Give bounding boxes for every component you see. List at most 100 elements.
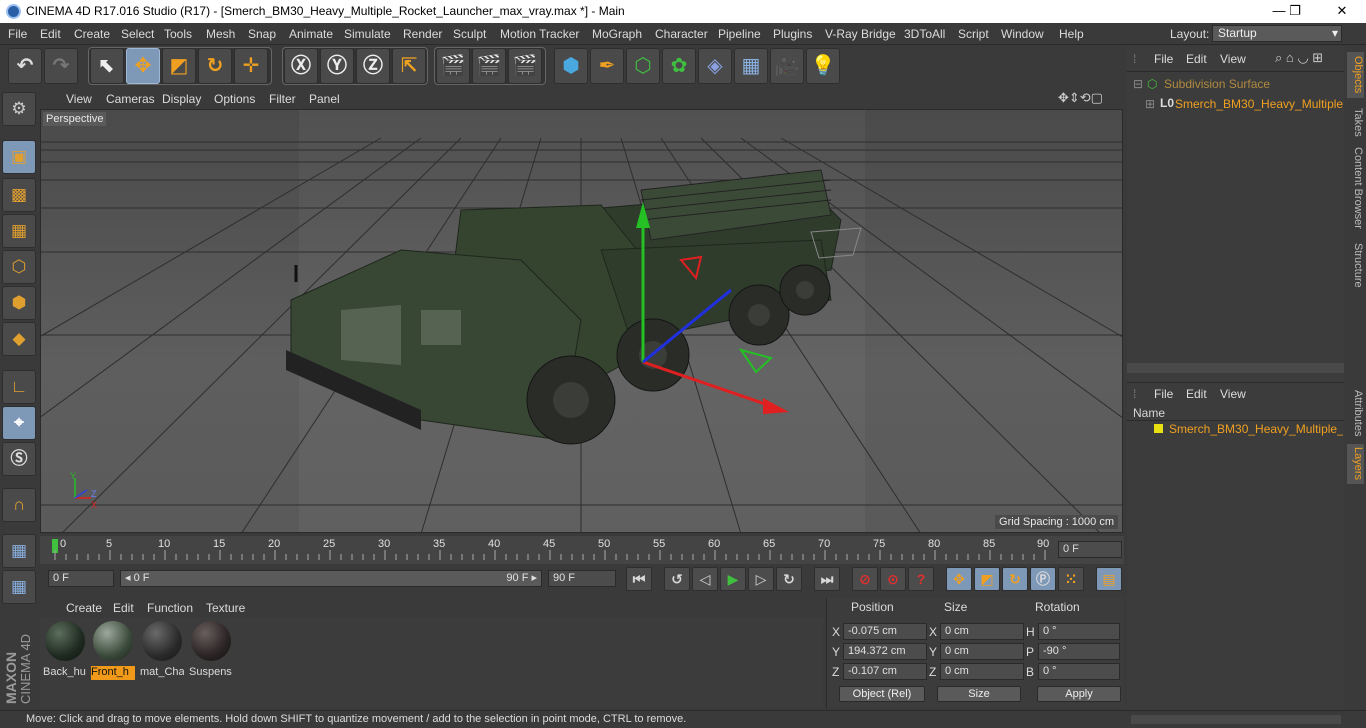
tree-expand-icon[interactable]: ⊟ [1133, 77, 1143, 91]
menu-animate[interactable]: Animate [289, 27, 333, 41]
material-swatch-selected[interactable]: Front_h [90, 621, 136, 685]
record-active-objects-button[interactable]: ⊘ [852, 567, 878, 591]
end-frame-field[interactable]: 90 F [548, 570, 616, 587]
objects-menu-file[interactable]: File [1154, 52, 1173, 66]
menu-script[interactable]: Script [958, 27, 989, 41]
objects-toolbar-icons[interactable]: ⌕ ⌂ ◡ ⊞ [1275, 50, 1323, 66]
menu-sculpt[interactable]: Sculpt [453, 27, 486, 41]
tab-takes[interactable]: Takes [1347, 104, 1364, 140]
object-subdivision-surface[interactable]: Subdivision Surface [1164, 77, 1270, 91]
texture-mode-button[interactable]: ▩ [2, 178, 36, 212]
points-mode-button[interactable]: ⬡ [2, 250, 36, 284]
tree-expand-icon[interactable]: ⊞ [1145, 97, 1155, 111]
viewport-menu-cameras[interactable]: Cameras [106, 92, 155, 106]
objects-menu-view[interactable]: View [1220, 52, 1246, 66]
menu-motion-tracker[interactable]: Motion Tracker [500, 27, 579, 41]
model-mode-button[interactable]: ▣ [2, 140, 36, 174]
menu-character[interactable]: Character [655, 27, 708, 41]
subdivision-surface-button[interactable]: ⬡ [626, 48, 660, 84]
key-scale-button[interactable]: ◩ [974, 567, 1000, 591]
layers-menu-view[interactable]: View [1220, 387, 1246, 401]
layer-smerch-model[interactable]: Smerch_BM30_Heavy_Multiple_Ro [1169, 422, 1343, 436]
light-button[interactable]: 💡 [806, 48, 840, 84]
autokeying-button[interactable]: ⊙ [880, 567, 906, 591]
objects-menu-edit[interactable]: Edit [1186, 52, 1207, 66]
menu-edit[interactable]: Edit [40, 27, 61, 41]
previous-key-button[interactable]: ↺ [664, 567, 690, 591]
material-swatch[interactable]: mat_Cha [139, 621, 185, 685]
workplane-mode-button[interactable]: ▦ [2, 214, 36, 248]
position-y-field[interactable]: 194.372 cm [843, 643, 927, 660]
key-pla-button[interactable]: ⁙ [1058, 567, 1084, 591]
frame-range-slider[interactable]: ◂ 0 F 90 F ▸ [120, 570, 542, 587]
cloner-button[interactable]: ✿ [662, 48, 696, 84]
magnet-button[interactable]: ∩ [2, 488, 36, 522]
size-z-field[interactable]: 0 cm [940, 663, 1024, 680]
menu-plugins[interactable]: Plugins [773, 27, 812, 41]
size-x-field[interactable]: 0 cm [940, 623, 1024, 640]
redo-button[interactable]: ↷ [44, 48, 78, 84]
next-key-button[interactable]: ↻ [776, 567, 802, 591]
menu-file[interactable]: File [8, 27, 27, 41]
key-parameter-button[interactable]: Ⓟ [1030, 567, 1056, 591]
undo-button[interactable]: ↶ [8, 48, 42, 84]
menu-3dtoall[interactable]: 3DToAll [904, 27, 945, 41]
key-rotation-button[interactable]: ↻ [1002, 567, 1028, 591]
floor-button[interactable]: ▦ [734, 48, 768, 84]
tweak-mode-button[interactable]: ⌖ [2, 406, 36, 440]
transform-tool-button[interactable]: ✛ [234, 48, 268, 84]
render-picture-viewer-button[interactable]: 🎬 [472, 48, 506, 84]
material-menu-create[interactable]: Create [66, 601, 102, 615]
timeline-window-button[interactable]: ▤ [1096, 567, 1122, 591]
timeline-ruler[interactable]: 0 5 10 15 20 25 30 35 40 45 50 55 60 65 … [40, 536, 1124, 564]
move-tool-button[interactable]: ✥ [126, 48, 160, 84]
menu-window[interactable]: Window [1001, 27, 1044, 41]
polygons-mode-button[interactable]: ◆ [2, 322, 36, 356]
tab-structure[interactable]: Structure [1347, 240, 1364, 290]
tab-content-browser[interactable]: Content Browser [1347, 146, 1364, 230]
objects-horizontal-scrollbar[interactable] [1127, 363, 1344, 373]
viewport-menu-view[interactable]: View [66, 92, 92, 106]
menu-render[interactable]: Render [403, 27, 442, 41]
viewport-menu-options[interactable]: Options [214, 92, 255, 106]
menu-pipeline[interactable]: Pipeline [718, 27, 761, 41]
material-swatch[interactable]: Suspens [188, 621, 234, 685]
go-to-start-button[interactable]: ⏮ [626, 567, 652, 591]
viewport-menu-panel[interactable]: Panel [309, 92, 340, 106]
perspective-viewport[interactable]: Y Z X Perspective Grid Spacing : 1000 cm [40, 109, 1123, 533]
snap-button[interactable]: Ⓢ [2, 442, 36, 476]
menu-tools[interactable]: Tools [164, 27, 192, 41]
previous-frame-button[interactable]: ◁ [692, 567, 718, 591]
cube-primitive-button[interactable]: ⬢ [554, 48, 588, 84]
layers-menu-edit[interactable]: Edit [1186, 387, 1207, 401]
size-y-field[interactable]: 0 cm [940, 643, 1024, 660]
position-x-field[interactable]: -0.075 cm [843, 623, 927, 640]
current-frame-field[interactable]: 0 F [1058, 541, 1122, 558]
position-z-field[interactable]: -0.107 cm [843, 663, 927, 680]
viewport-menu-filter[interactable]: Filter [269, 92, 296, 106]
coordinate-mode-select[interactable]: Object (Rel) [839, 686, 925, 702]
layers-menu-file[interactable]: File [1154, 387, 1173, 401]
deformer-button[interactable]: ◈ [698, 48, 732, 84]
go-to-end-button[interactable]: ⏭ [814, 567, 840, 591]
object-smerch-model[interactable]: Smerch_BM30_Heavy_Multiple_Ro [1175, 97, 1343, 111]
live-selection-button[interactable]: ⬉ [90, 48, 124, 84]
menu-mesh[interactable]: Mesh [206, 27, 235, 41]
coordinate-system-button[interactable]: ⇱ [392, 48, 426, 84]
workplane-lock-button[interactable]: ▦ [2, 534, 36, 568]
edges-mode-button[interactable]: ⬢ [2, 286, 36, 320]
menu-select[interactable]: Select [121, 27, 154, 41]
start-frame-field[interactable]: 0 F [48, 570, 114, 587]
menu-vray-bridge[interactable]: V-Ray Bridge [825, 27, 896, 41]
rotate-tool-button[interactable]: ↻ [198, 48, 232, 84]
material-menu-function[interactable]: Function [147, 601, 193, 615]
close-button[interactable]: ✕ [1327, 2, 1357, 20]
menu-snap[interactable]: Snap [248, 27, 276, 41]
rotation-h-field[interactable]: 0 ° [1038, 623, 1120, 640]
workplane-align-button[interactable]: ▦ [2, 570, 36, 604]
y-axis-lock-button[interactable]: Ⓨ [320, 48, 354, 84]
keyframe-selection-button[interactable]: ? [908, 567, 934, 591]
key-position-button[interactable]: ✥ [946, 567, 972, 591]
next-frame-button[interactable]: ▷ [748, 567, 774, 591]
scale-tool-button[interactable]: ◩ [162, 48, 196, 84]
